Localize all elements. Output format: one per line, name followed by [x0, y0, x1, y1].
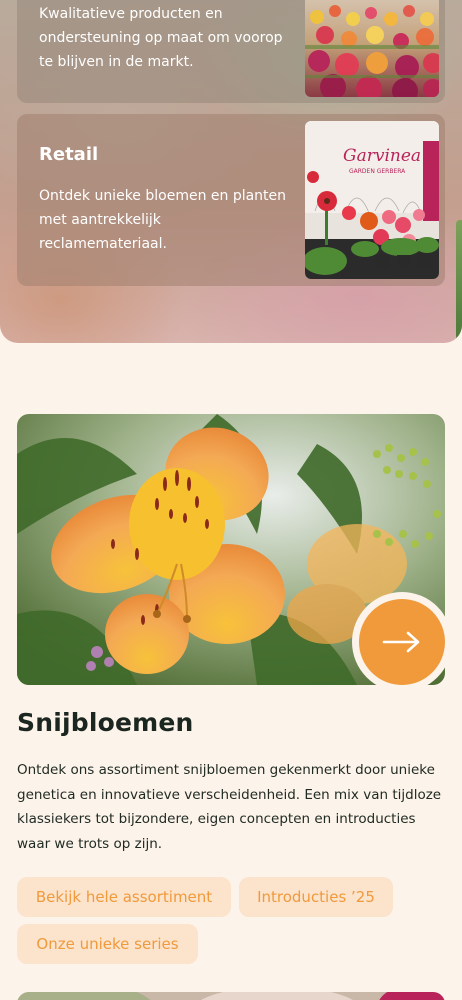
link-introductions[interactable]: Introducties ’25	[239, 877, 393, 917]
link-unique-series[interactable]: Onze unieke series	[17, 924, 198, 964]
card-description: Kwalitatieve producten en ondersteuning …	[39, 6, 283, 70]
product-arrow-button[interactable]	[352, 592, 452, 692]
sign-brand-text: Garvinea	[343, 146, 421, 166]
arrow-button-circle[interactable]	[359, 599, 445, 685]
product-title: Snijbloemen	[17, 708, 194, 737]
service-card-retail[interactable]: Retail Ontdek unieke bloemen en planten …	[17, 114, 445, 286]
product-description: Ontdek ons assortiment snijbloemen geken…	[17, 762, 442, 852]
hero-section: Kwalitatieve producten en ondersteuning …	[0, 0, 462, 343]
garden-center-photo: Garvinea GARDEN GERBERA	[305, 121, 439, 279]
service-card-producers[interactable]: Kwalitatieve producten en ondersteuning …	[17, 0, 445, 103]
flower-field-photo	[305, 0, 439, 97]
next-product-photo[interactable]	[17, 992, 445, 1000]
link-full-assortment[interactable]: Bekijk hele assortiment	[17, 877, 231, 917]
card-description: Ontdek unieke bloemen en planten met aan…	[39, 188, 287, 252]
card-title: Retail	[39, 144, 99, 165]
arrow-right-icon	[382, 631, 420, 653]
sign-brand-subtext: GARDEN GERBERA	[349, 168, 406, 175]
hero-edge-decoration	[456, 220, 462, 340]
